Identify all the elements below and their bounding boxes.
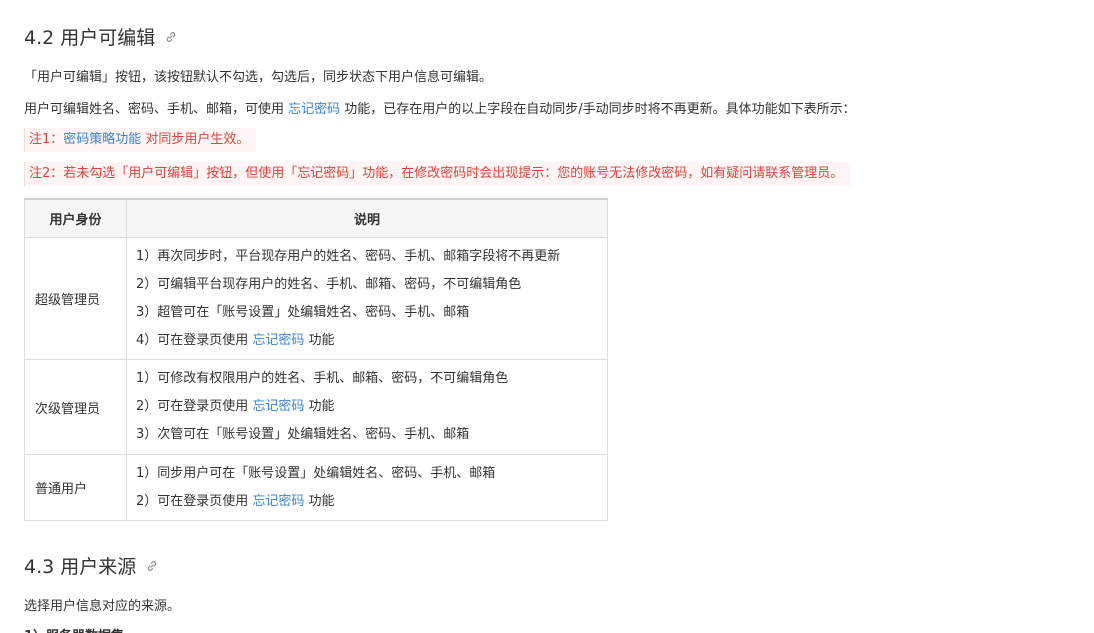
desc-line: 3）超管可在「账号设置」处编辑姓名、密码、手机、邮箱	[136, 304, 470, 320]
feature-paragraph: 用户可编辑姓名、密码、手机、邮箱，可使用 忘记密码 功能，已存在用户的以上字段在…	[24, 98, 856, 117]
desc-line-text-after: 功能	[304, 399, 335, 414]
desc-line-text-before: 2）可在登录页使用	[136, 493, 253, 509]
desc-line: 2）可在登录页使用 忘记密码 功能	[127, 488, 607, 516]
desc-line: 1）可修改有权限用户的姓名、手机、邮箱、密码，不可编辑角色	[136, 371, 509, 386]
desc-line: 2）可编辑平台现存用户的姓名、手机、邮箱、密码，不可编辑角色	[136, 276, 522, 292]
permissions-table: 用户身份 说明 超级管理员 1）再次同步时，平台现存用户的姓名、密码、手机、邮箱…	[24, 198, 608, 521]
desc-line-text-after: 功能	[304, 332, 335, 348]
desc-line: 1）同步用户可在「账号设置」处编辑姓名、密码、手机、邮箱	[136, 465, 496, 481]
forgot-password-link[interactable]: 忘记密码	[252, 399, 304, 414]
link-icon[interactable]	[165, 31, 177, 43]
feature-paragraph-text-before: 用户可编辑姓名、密码、手机、邮箱，可使用	[24, 102, 289, 117]
source-paragraph: 选择用户信息对应的来源。	[24, 599, 181, 614]
role-cell: 超级管理员	[24, 237, 127, 360]
desc-line-text-after: 功能	[304, 493, 335, 509]
table-row: 普通用户 1）同步用户可在「账号设置」处编辑姓名、密码、手机、邮箱 2）可在登录…	[24, 454, 608, 521]
note-1-prefix: 注1：	[29, 132, 64, 147]
forgot-password-link[interactable]: 忘记密码	[252, 494, 304, 509]
role-cell: 次级管理员	[24, 359, 127, 455]
section-heading-4-3: 4.3 用户来源	[24, 552, 158, 579]
forgot-password-link[interactable]: 忘记密码	[252, 333, 304, 348]
section-heading-4-2: 4.2 用户可编辑	[24, 23, 177, 50]
feature-paragraph-text-after: 功能，已存在用户的以上字段在自动同步/手动同步时将不再更新。具体功能如下表所示：	[340, 102, 856, 117]
desc-cell: 1）再次同步时，平台现存用户的姓名、密码、手机、邮箱字段将不再更新 2）可编辑平…	[126, 237, 608, 360]
role-cell: 普通用户	[24, 454, 127, 521]
note-1: 注1：密码策略功能 对同步用户生效。	[24, 128, 257, 152]
subheading-server-dataset: 1）服务器数据集	[24, 625, 124, 633]
desc-line: 1）再次同步时，平台现存用户的姓名、密码、手机、邮箱字段将不再更新	[136, 248, 561, 264]
desc-line-text-before: 4）可在登录页使用	[136, 332, 253, 348]
note-1-suffix: 对同步用户生效。	[141, 132, 250, 147]
desc-line: 4）可在登录页使用 忘记密码 功能	[127, 327, 607, 355]
note-2: 注2：若未勾选「用户可编辑」按钮，但使用「忘记密码」功能，在修改密码时会出现提示…	[24, 162, 851, 186]
desc-line-text-before: 2）可在登录页使用	[136, 399, 253, 414]
table-header-row: 用户身份 说明	[24, 198, 608, 238]
desc-line: 2）可在登录页使用 忘记密码 功能	[127, 393, 607, 421]
desc-line: 3）次管可在「账号设置」处编辑姓名、密码、手机、邮箱	[136, 427, 470, 442]
link-icon[interactable]	[146, 560, 158, 572]
section-heading-4-2-text: 4.2 用户可编辑	[24, 27, 156, 49]
desc-cell: 1）可修改有权限用户的姓名、手机、邮箱、密码，不可编辑角色 2）可在登录页使用 …	[126, 359, 608, 455]
note-2-text: 注2：若未勾选「用户可编辑」按钮，但使用「忘记密码」功能，在修改密码时会出现提示…	[29, 166, 844, 181]
table-row: 超级管理员 1）再次同步时，平台现存用户的姓名、密码、手机、邮箱字段将不再更新 …	[24, 237, 608, 360]
forgot-password-link[interactable]: 忘记密码	[288, 102, 340, 117]
intro-paragraph: 「用户可编辑」按钮，该按钮默认不勾选，勾选后，同步状态下用户信息可编辑。	[24, 70, 493, 85]
password-policy-link[interactable]: 密码策略功能	[63, 132, 141, 147]
section-heading-4-3-text: 4.3 用户来源	[24, 556, 137, 578]
table-header-desc: 说明	[126, 198, 608, 238]
desc-cell: 1）同步用户可在「账号设置」处编辑姓名、密码、手机、邮箱 2）可在登录页使用 忘…	[126, 454, 608, 521]
table-row: 次级管理员 1）可修改有权限用户的姓名、手机、邮箱、密码，不可编辑角色 2）可在…	[24, 359, 608, 455]
table-header-role: 用户身份	[24, 198, 127, 238]
